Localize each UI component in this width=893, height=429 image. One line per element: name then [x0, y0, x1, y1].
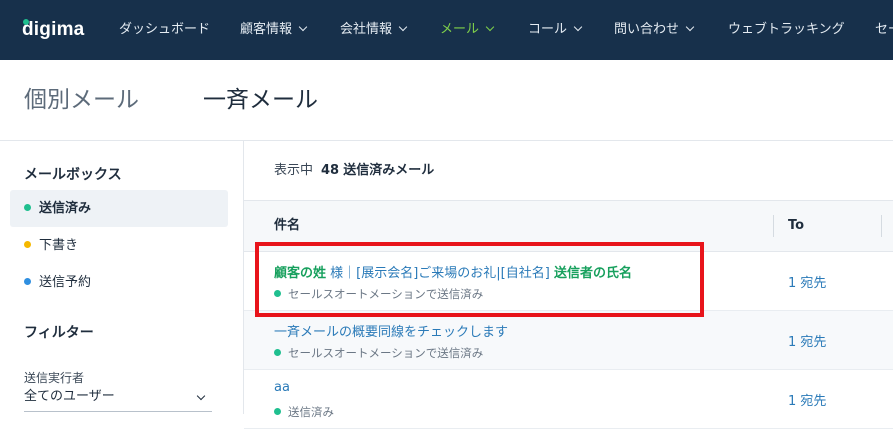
mail-status: 送信済み [274, 404, 334, 420]
status-dot-icon [24, 204, 31, 211]
nav-item-calls[interactable]: コール [528, 0, 583, 60]
recipient-count-link[interactable]: 1 宛先 [788, 272, 826, 291]
chevron-down-icon [685, 22, 695, 32]
logo-dot-icon [23, 19, 29, 25]
chevron-down-icon [196, 391, 206, 401]
sidebar: メールボックス 送信済み 下書き 送信予約 フィルター 送信実行者 全てのユーザ… [0, 141, 244, 414]
nav-item-dashboard[interactable]: ダッシュボード [119, 0, 210, 60]
status-dot-icon [24, 241, 31, 248]
table-row[interactable]: aa 送信済み 1 宛先 [244, 370, 893, 429]
sidebar-item-scheduled[interactable]: 送信予約 [10, 264, 228, 301]
nav-item-sales[interactable]: セー [875, 0, 893, 60]
tab-bulk-mail[interactable]: 一斉メール [203, 60, 318, 140]
nav-item-web-tracking[interactable]: ウェブトラッキング [728, 0, 845, 60]
chevron-down-icon [298, 22, 308, 32]
chevron-down-icon [573, 22, 583, 32]
nav-item-inquiries[interactable]: 問い合わせ [614, 0, 695, 60]
column-divider [773, 215, 774, 237]
list-count-bar: 表示中 48 送信済みメール [244, 141, 893, 201]
top-nav-bar: digima ダッシュボード 顧客情報 会社情報 メール コール 問い合わせ ウ… [0, 0, 893, 60]
mail-type-tabs: 個別メール 一斉メール [0, 60, 893, 141]
nav-item-mail[interactable]: メール [440, 0, 495, 60]
sender-filter-select[interactable]: 全てのユーザー [24, 385, 212, 412]
mailbox-title: メールボックス [24, 167, 122, 183]
chevron-down-icon [485, 22, 495, 32]
nav-item-customers[interactable]: 顧客情報 [240, 0, 308, 60]
mail-subject-link[interactable]: 一斉メールの概要同線をチェックします [274, 321, 508, 340]
logo-text: digima [22, 19, 85, 40]
recipient-count-link[interactable]: 1 宛先 [788, 390, 826, 409]
sidebar-item-drafts[interactable]: 下書き [10, 227, 228, 264]
mail-subject-link[interactable]: aa [274, 380, 290, 395]
filter-title: フィルター [24, 325, 94, 341]
column-header-to[interactable]: To [788, 201, 804, 251]
sender-filter-label: 送信実行者 [24, 371, 85, 385]
tab-individual-mail[interactable]: 個別メール [24, 60, 139, 140]
status-dot-icon [24, 278, 31, 285]
annotation-highlight-box [255, 242, 704, 317]
column-divider [881, 215, 882, 237]
sidebar-item-sent[interactable]: 送信済み [10, 190, 228, 227]
status-dot-icon [274, 349, 281, 356]
recipient-count-link[interactable]: 1 宛先 [788, 331, 826, 350]
mail-status: セールスオートメーションで送信済み [274, 345, 483, 361]
chevron-down-icon [398, 22, 408, 32]
nav-item-companies[interactable]: 会社情報 [340, 0, 408, 60]
digima-logo[interactable]: digima [22, 17, 84, 43]
table-row[interactable]: 一斉メールの概要同線をチェックします セールスオートメーションで送信済み 1 宛… [244, 311, 893, 370]
